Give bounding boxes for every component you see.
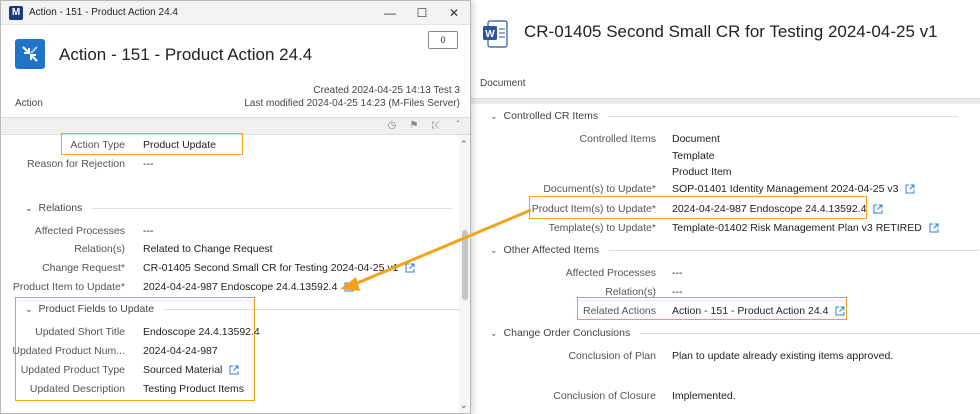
updated-description-value[interactable]: Testing Product Items xyxy=(143,383,244,395)
related-actions-label: Related Actions xyxy=(583,305,656,317)
updated-short-title-value[interactable]: Endoscope 24.4.13592.4 xyxy=(143,326,260,338)
section-relations[interactable]: ⌄ Relations xyxy=(25,202,453,214)
properties-toolbar: ◷ ⚑ ⤪ ˆ xyxy=(1,117,470,135)
section-change-order-conclusions[interactable]: ⌄ Change Order Conclusions xyxy=(490,327,980,339)
documents-to-update-label: Document(s) to Update* xyxy=(543,183,656,195)
chevron-down-icon: ⌄ xyxy=(490,110,498,121)
conclusion-of-closure-value: Implemented. xyxy=(672,390,736,402)
chevron-down-icon: ⌄ xyxy=(25,303,33,314)
m-files-logo-icon: M xyxy=(9,5,23,20)
templates-to-update-value[interactable]: Template-01402 Risk Management Plan v3 R… xyxy=(672,222,939,234)
product-items-to-update-value[interactable]: 2024-04-24-987 Endoscope 24.4.13592.4 xyxy=(672,203,883,215)
chevron-down-icon: ⌄ xyxy=(25,202,33,213)
document-pane: W CR-01405 Second Small CR for Testing 2… xyxy=(470,0,980,414)
relations-value[interactable]: Related to Change Request xyxy=(143,243,273,255)
conclusion-of-closure-label: Conclusion of Closure xyxy=(553,390,656,402)
controlled-item: Document xyxy=(672,133,720,145)
comments-button[interactable]: 0 xyxy=(428,31,458,49)
action-type-label: Action Type xyxy=(70,139,125,151)
updated-product-type-label: Updated Product Type xyxy=(20,364,125,376)
object-title: Action - 151 - Product Action 24.4 xyxy=(59,45,313,64)
word-document-icon: W xyxy=(483,20,508,48)
section-controlled-cr-items[interactable]: ⌄ Controlled CR Items xyxy=(490,110,959,122)
updated-product-type-value[interactable]: Sourced Material xyxy=(143,364,239,376)
conclusion-of-plan-label: Conclusion of Plan xyxy=(568,350,656,362)
open-link-icon[interactable] xyxy=(905,184,915,194)
pin-icon[interactable]: ⤪ xyxy=(429,119,443,133)
metadata-divider xyxy=(470,98,980,104)
relations-label: Relation(s) xyxy=(605,286,656,298)
related-actions-value[interactable]: Action - 151 - Product Action 24.4 xyxy=(672,305,845,317)
chevron-up-icon[interactable]: ˆ xyxy=(451,119,465,133)
modified-info: Last modified 2024-04-25 14:23 (M-Files … xyxy=(244,98,460,109)
action-type-value[interactable]: Product Update xyxy=(143,139,216,151)
change-request-value[interactable]: CR-01405 Second Small CR for Testing 202… xyxy=(143,262,415,274)
maximize-button[interactable]: ☐ xyxy=(406,1,438,25)
product-item-to-update-value[interactable]: 2024-04-24-987 Endoscope 24.4.13592.4 xyxy=(143,281,354,293)
controlled-items-label: Controlled Items xyxy=(579,133,656,145)
change-request-label: Change Request* xyxy=(42,262,125,274)
action-icon xyxy=(15,39,45,69)
controlled-item: Product Item xyxy=(672,166,732,178)
chevron-down-icon: ⌄ xyxy=(490,327,498,338)
window-title: Action - 151 - Product Action 24.4 xyxy=(29,7,178,18)
affected-processes-label: Affected Processes xyxy=(34,225,125,237)
object-class: Action xyxy=(15,98,43,109)
flag-icon[interactable]: ⚑ xyxy=(407,119,421,133)
affected-processes-label: Affected Processes xyxy=(565,267,656,279)
scroll-up-icon[interactable]: ⌃ xyxy=(460,139,468,150)
product-items-to-update-label: Product Item(s) to Update* xyxy=(531,203,656,215)
relations-label: Relation(s) xyxy=(74,243,125,255)
open-link-icon[interactable] xyxy=(405,263,415,273)
section-product-fields-to-update[interactable]: ⌄ Product Fields to Update xyxy=(25,303,465,315)
affected-processes-value: --- xyxy=(672,267,683,279)
minimize-button[interactable]: — xyxy=(374,1,406,25)
open-link-icon[interactable] xyxy=(929,223,939,233)
affected-processes-value[interactable]: --- xyxy=(143,225,154,237)
properties-list: Action Type Product Update Reason for Re… xyxy=(1,133,465,413)
object-header: Action - 151 - Product Action 24.4 0 Cre… xyxy=(1,25,470,117)
updated-product-number-value[interactable]: 2024-04-24-987 xyxy=(143,345,218,357)
document-class: Document xyxy=(480,78,526,89)
clock-icon[interactable]: ◷ xyxy=(385,119,399,133)
product-item-to-update-label: Product Item to Update* xyxy=(12,281,125,293)
updated-product-number-label: Updated Product Num... xyxy=(12,345,125,357)
reason-for-rejection-label: Reason for Rejection xyxy=(26,158,125,170)
open-link-icon[interactable] xyxy=(873,204,883,214)
relations-value: --- xyxy=(672,286,683,298)
templates-to-update-label: Template(s) to Update* xyxy=(548,222,656,234)
svg-text:W: W xyxy=(485,29,495,40)
action-window[interactable]: M Action - 151 - Product Action 24.4 — ☐… xyxy=(0,0,471,414)
document-title: CR-01405 Second Small CR for Testing 202… xyxy=(524,22,938,41)
documents-to-update-value[interactable]: SOP-01401 Identity Management 2024-04-25… xyxy=(672,183,915,195)
vertical-scrollbar[interactable]: ⌃ ⌄ xyxy=(459,135,470,413)
open-link-icon[interactable] xyxy=(229,365,239,375)
scrollbar-thumb[interactable] xyxy=(462,230,468,300)
open-link-icon[interactable] xyxy=(835,306,845,316)
scroll-down-icon[interactable]: ⌄ xyxy=(460,400,468,411)
close-button[interactable]: ✕ xyxy=(438,1,470,25)
created-info: Created 2024-04-25 14:13 Test 3 xyxy=(313,85,460,96)
reason-for-rejection-value[interactable]: --- xyxy=(143,158,154,170)
open-link-icon[interactable] xyxy=(344,282,354,292)
updated-description-label: Updated Description xyxy=(29,383,125,395)
section-other-affected-items[interactable]: ⌄ Other Affected Items xyxy=(490,244,980,256)
updated-short-title-label: Updated Short Title xyxy=(35,326,125,338)
window-title-bar[interactable]: M Action - 151 - Product Action 24.4 — ☐… xyxy=(1,1,470,25)
chevron-down-icon: ⌄ xyxy=(490,244,498,255)
conclusion-of-plan-value: Plan to update already existing items ap… xyxy=(672,350,894,362)
controlled-item: Template xyxy=(672,150,715,162)
